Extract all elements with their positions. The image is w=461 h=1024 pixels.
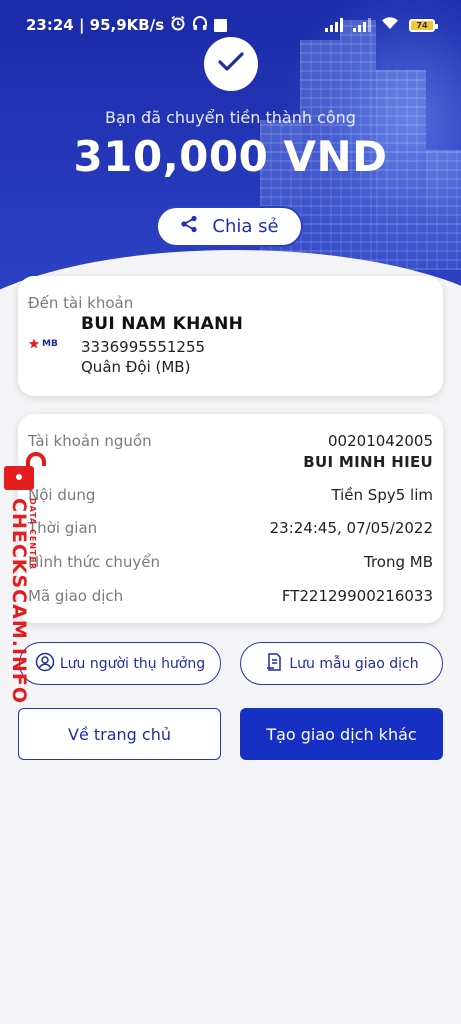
battery-icon: 74 — [409, 18, 438, 32]
detail-label: Hình thức chuyển — [28, 553, 161, 571]
success-message: Bạn đã chuyển tiền thành công — [105, 108, 356, 127]
transaction-details-card: Tài khoản nguồn 00201042005 BUI MINH HIE… — [18, 414, 443, 623]
detail-value: 23:24:45, 07/05/2022 — [269, 519, 433, 537]
detail-row-source-account: Tài khoản nguồn 00201042005 BUI MINH HIE… — [28, 432, 433, 471]
transfer-amount: 310,000 VND — [73, 132, 388, 181]
home-label: Về trang chủ — [68, 724, 171, 744]
detail-row-content: Nội dung Tiền Spy5 lim — [28, 486, 433, 504]
recipient-label: Đến tài khoản — [28, 294, 134, 312]
detail-row-transfer-method: Hình thức chuyển Trong MB — [28, 553, 433, 571]
signal-icon — [353, 18, 371, 32]
recipient-card: Đến tài khoản MB BUI NAM KHANH 333699555… — [18, 276, 443, 396]
new-transaction-label: Tạo giao dịch khác — [266, 724, 417, 744]
detail-value: Trong MB — [363, 553, 433, 571]
watermark-subtext: DATA CENTER — [28, 498, 37, 571]
save-template-button[interactable]: Lưu mẫu giao dịch — [240, 642, 443, 685]
wifi-icon — [381, 16, 399, 34]
recipient-account-number: 3336995551255 — [81, 338, 206, 356]
detail-value: FT22129900216033 — [281, 587, 433, 605]
check-icon — [218, 52, 244, 76]
share-button[interactable]: Chia sẻ — [156, 206, 303, 247]
document-icon — [264, 652, 284, 676]
notification-square-icon — [214, 18, 228, 32]
source-account-number: 00201042005 — [328, 432, 433, 450]
save-template-label: Lưu mẫu giao dịch — [289, 655, 419, 672]
recipient-bank-name: Quân Đội (MB) — [81, 358, 191, 376]
detail-row-transaction-id: Mã giao dịch FT22129900216033 — [28, 587, 433, 605]
share-icon — [180, 215, 198, 238]
new-transaction-button[interactable]: Tạo giao dịch khác — [240, 708, 443, 760]
watermark-brand: CHECKSCAM.INFO — [8, 498, 30, 705]
save-recipient-label: Lưu người thụ hưởng — [59, 655, 206, 672]
checkscam-watermark: CHECKSCAM.INFO DATA CENTER — [0, 450, 48, 704]
battery-level: 74 — [416, 20, 428, 30]
share-label: Chia sẻ — [212, 216, 279, 237]
headphones-icon — [192, 15, 208, 35]
status-time: 23:24 | 95,9KB/s — [26, 16, 165, 34]
detail-row-time: Thời gian 23:24:45, 07/05/2022 — [28, 519, 433, 537]
alarm-icon — [170, 15, 186, 35]
recipient-name: BUI NAM KHANH — [81, 314, 244, 334]
detail-value: Tiền Spy5 lim — [331, 486, 433, 504]
signal-icon — [325, 18, 343, 32]
mb-logo-text: MB — [42, 339, 58, 349]
mb-bank-logo: MB — [28, 338, 58, 350]
source-account-name: BUI MINH HIEU — [303, 453, 433, 471]
lock-icon — [2, 452, 48, 496]
home-button[interactable]: Về trang chủ — [18, 708, 221, 760]
detail-value: 00201042005 BUI MINH HIEU — [303, 432, 433, 471]
success-check — [204, 37, 258, 91]
save-recipient-button[interactable]: Lưu người thụ hưởng — [19, 642, 221, 685]
